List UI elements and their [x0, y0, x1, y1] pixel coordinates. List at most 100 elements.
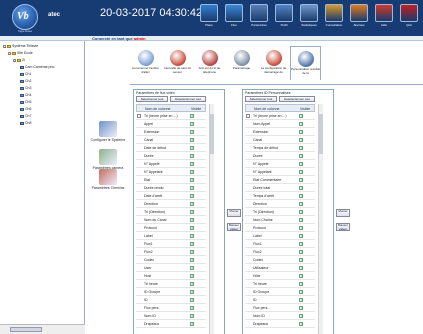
- table-row[interactable]: Etat Commentaire: [245, 176, 315, 184]
- table-row[interactable]: Extension: [245, 128, 315, 136]
- visible-checkbox[interactable]: [299, 216, 303, 224]
- table-row[interactable]: ID Groupe: [136, 288, 206, 296]
- visible-checkbox[interactable]: [190, 256, 194, 264]
- collapse-icon[interactable]: −: [8, 51, 11, 55]
- table-row[interactable]: ID Groupe: [245, 288, 315, 296]
- tree-item[interactable]: Ch1: [20, 72, 31, 77]
- table-row[interactable]: Tri (heure prise en ...): [245, 112, 315, 120]
- visible-checkbox[interactable]: [190, 120, 194, 128]
- table-row[interactable]: Flux1: [245, 240, 315, 248]
- table-row[interactable]: Protocol: [245, 224, 315, 232]
- table-row[interactable]: Drapeaux: [245, 320, 315, 328]
- tree-site[interactable]: − Site Ecole: [8, 51, 33, 56]
- table-row[interactable]: Flux1: [136, 240, 206, 248]
- visible-checkbox[interactable]: [299, 320, 303, 328]
- visible-checkbox[interactable]: [190, 320, 194, 328]
- collapse-icon[interactable]: −: [3, 44, 6, 48]
- toolbar-button-consultation[interactable]: Consultation: [323, 4, 345, 30]
- visible-checkbox[interactable]: [299, 232, 303, 240]
- move-up-button[interactable]: Monter: [227, 209, 241, 217]
- table-row[interactable]: Durée rendu: [136, 184, 206, 192]
- sidebar-scrollbar[interactable]: [0, 324, 85, 334]
- table-row[interactable]: Flux2: [136, 248, 206, 256]
- table-row[interactable]: N° Appelant: [245, 168, 315, 176]
- visible-checkbox[interactable]: [299, 288, 303, 296]
- table-row[interactable]: Etat: [136, 176, 206, 184]
- visible-checkbox[interactable]: [190, 136, 194, 144]
- table-row[interactable]: Flux pers.: [136, 304, 206, 312]
- visible-checkbox[interactable]: [299, 112, 303, 120]
- visible-checkbox[interactable]: [299, 128, 303, 136]
- table-row[interactable]: Temps de début: [245, 144, 315, 152]
- tree-item[interactable]: Ch2: [20, 79, 31, 84]
- table-row[interactable]: Codec: [245, 256, 315, 264]
- visible-checkbox[interactable]: [190, 240, 194, 248]
- visible-checkbox[interactable]: [299, 160, 303, 168]
- visible-checkbox[interactable]: [190, 184, 194, 192]
- toolbar-button-statistics[interactable]: Statistiques: [298, 4, 320, 30]
- select-all-button[interactable]: Sélectionner tout: [136, 96, 168, 102]
- toolbar-button-alarm[interactable]: Alarmes: [348, 4, 370, 30]
- tab-2[interactable]: Intervalle de saut du sensor: [162, 46, 193, 80]
- visible-checkbox[interactable]: [190, 200, 194, 208]
- table-row[interactable]: Protocol: [136, 224, 206, 232]
- scrollbar-thumb[interactable]: [319, 114, 323, 154]
- visible-checkbox[interactable]: [190, 192, 194, 200]
- visible-checkbox[interactable]: [190, 288, 194, 296]
- visible-checkbox[interactable]: [190, 128, 194, 136]
- visible-checkbox[interactable]: [190, 216, 194, 224]
- toolbar-button-parameters[interactable]: Paramètres: [248, 4, 270, 30]
- config-menu-item[interactable]: Paramètres camera: [87, 149, 129, 170]
- table-scrollbar[interactable]: [209, 104, 214, 334]
- tab-1[interactable]: Commencer l'ambre d'allez: [130, 46, 161, 80]
- config-menu-item[interactable]: Paramètres Chemins: [87, 169, 129, 190]
- collapse-icon[interactable]: −: [13, 58, 16, 62]
- scrollbar-thumb[interactable]: [210, 114, 214, 154]
- visible-checkbox[interactable]: [299, 120, 303, 128]
- tree-root[interactable]: − Système Tellavie: [3, 44, 38, 49]
- table-row[interactable]: Extension: [136, 128, 206, 136]
- table-row[interactable]: Nom du Canal: [136, 216, 206, 224]
- table-row[interactable]: Appel: [136, 120, 206, 128]
- move-down-button[interactable]: Baisser valeur: [227, 223, 241, 231]
- table-row[interactable]: Label: [136, 232, 206, 240]
- toolbar-button-power[interactable]: Quit: [398, 4, 420, 30]
- table-row[interactable]: Nom ID: [136, 312, 206, 320]
- tree-item[interactable]: Ch8: [20, 121, 31, 126]
- visible-checkbox[interactable]: [190, 152, 194, 160]
- visible-checkbox[interactable]: [299, 152, 303, 160]
- tab-6[interactable]: Personnaliser résultat de la: [290, 46, 321, 80]
- visible-checkbox[interactable]: [299, 240, 303, 248]
- table-row[interactable]: Codec: [136, 256, 206, 264]
- visible-checkbox[interactable]: [190, 144, 194, 152]
- visible-checkbox[interactable]: [299, 192, 303, 200]
- tab-5[interactable]: La configuration de démarrage du: [258, 46, 289, 80]
- table-row[interactable]: N° Appelant: [136, 168, 206, 176]
- visible-checkbox[interactable]: [299, 176, 303, 184]
- visible-checkbox[interactable]: [190, 232, 194, 240]
- row-select-checkbox[interactable]: [137, 114, 141, 118]
- tree-item[interactable]: Ch4: [20, 93, 31, 98]
- visible-checkbox[interactable]: [299, 272, 303, 280]
- tree-item[interactable]: Ch3: [20, 86, 31, 91]
- visible-checkbox[interactable]: [299, 304, 303, 312]
- toolbar-button-flux[interactable]: Flux: [223, 4, 245, 30]
- table-row[interactable]: Host: [136, 272, 206, 280]
- visible-checkbox[interactable]: [190, 280, 194, 288]
- select-all-button[interactable]: Sélectionner tout: [245, 96, 277, 102]
- table-row[interactable]: Date d'arrêt: [136, 192, 206, 200]
- visible-checkbox[interactable]: [190, 304, 194, 312]
- visible-checkbox[interactable]: [299, 264, 303, 272]
- table-row[interactable]: N° Appelé: [136, 160, 206, 168]
- table-row[interactable]: Tri (heure prise en ...): [136, 112, 206, 120]
- table-row[interactable]: Durée: [136, 152, 206, 160]
- table-row[interactable]: Canal: [136, 136, 206, 144]
- table-row[interactable]: User: [136, 264, 206, 272]
- deselect-all-button[interactable]: Désélectionner tout: [170, 96, 206, 102]
- table-row[interactable]: ID: [136, 296, 206, 304]
- table-row[interactable]: Flux2: [245, 248, 315, 256]
- visible-checkbox[interactable]: [299, 200, 303, 208]
- table-row[interactable]: Date de début: [136, 144, 206, 152]
- visible-checkbox[interactable]: [299, 224, 303, 232]
- table-row[interactable]: Temps d'arrêt: [245, 192, 315, 200]
